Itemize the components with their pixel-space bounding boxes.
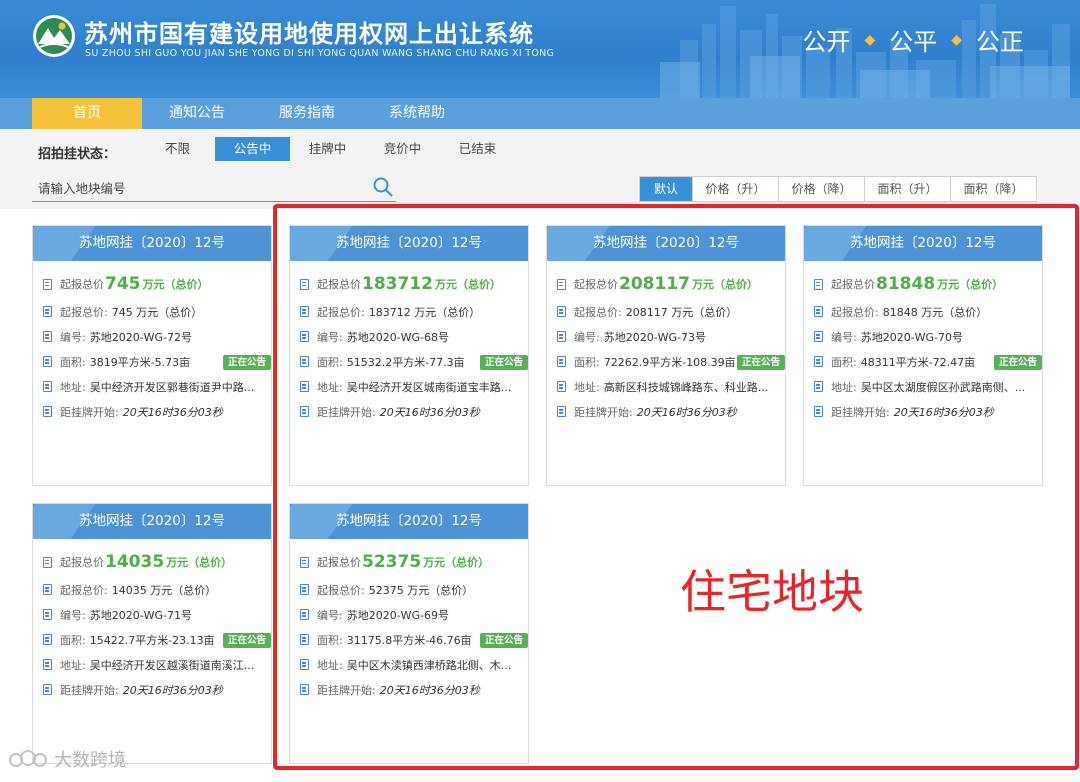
card-title[interactable]: 苏地网挂〔2020〕12号 bbox=[33, 504, 271, 539]
area-row: 面积: 15422.7平方米-23.13亩 正在公告 bbox=[43, 627, 271, 652]
main-nav: 首页 通知公告 服务指南 系统帮助 bbox=[0, 98, 1080, 129]
nav-item-home[interactable]: 首页 bbox=[32, 98, 142, 129]
nav-item-help[interactable]: 系统帮助 bbox=[362, 98, 472, 129]
watermark-text: 大数跨境 bbox=[54, 750, 126, 771]
address-label: 地址: bbox=[60, 658, 86, 672]
countdown-label: 距挂牌开始: bbox=[60, 405, 119, 419]
document-icon bbox=[43, 684, 52, 695]
card-header: 苏地网挂〔2020〕12号 bbox=[33, 226, 271, 261]
sort-tab-price-desc[interactable]: 价格（降） bbox=[778, 177, 864, 201]
countdown-value: 20天16时36分03秒 bbox=[122, 683, 223, 697]
site-subtitle: SU ZHOU SHI GUO YOU JIAN SHE YONG DI SHI… bbox=[85, 48, 555, 59]
price-line-label: 起报总价: bbox=[60, 305, 108, 319]
card-body: 起报总价 745 万元（总价） 起报总价: 745 万元（总价） 编号: 苏地2020-WG… bbox=[33, 261, 271, 424]
filter-bar: 招拍挂状态： 不限 公告中 挂牌中 竞价中 已结束 默认 价格（升） 价格（降）… bbox=[0, 129, 1080, 209]
price-value: 14035 bbox=[105, 552, 165, 572]
search-input[interactable] bbox=[38, 178, 358, 198]
price-unit: 万元（总价） bbox=[166, 556, 233, 569]
address-row: 地址: 吴中经济开发区郭巷街道尹中路... bbox=[43, 374, 271, 399]
status-tab-ended[interactable]: 已结束 bbox=[440, 137, 515, 161]
nav-item-notices[interactable]: 通知公告 bbox=[142, 98, 252, 129]
price-highlight-row: 起报总价 14035 万元（总价） bbox=[43, 547, 271, 577]
area-row: 面积: 3819平方米-5.73亩 正在公告 bbox=[43, 349, 271, 374]
site-header: 苏州市国有建设用地使用权网上出让系统 SU ZHOU SHI GUO YOU J… bbox=[0, 0, 1080, 98]
area-label: 面积: bbox=[60, 633, 86, 647]
status-tab-bidding[interactable]: 竞价中 bbox=[365, 137, 440, 161]
slogan-dot-icon: ◆ bbox=[951, 31, 962, 48]
watermark: 大数跨境 bbox=[8, 746, 126, 772]
status-tab-announcing[interactable]: 公告中 bbox=[215, 137, 290, 161]
document-icon bbox=[43, 634, 52, 645]
annotation-box bbox=[273, 204, 1079, 770]
document-icon bbox=[43, 356, 52, 367]
page: 苏州市国有建设用地使用权网上出让系统 SU ZHOU SHI GUO YOU J… bbox=[0, 0, 1080, 782]
parcel-card[interactable]: 苏地网挂〔2020〕12号 起报总价 14035 万元（总价） 起报总价: 14035 万… bbox=[32, 503, 272, 764]
address-value: 吴中经济开发区越溪街道南溪江... bbox=[89, 658, 255, 672]
document-icon bbox=[43, 381, 52, 392]
watermark-logo-icon bbox=[9, 750, 47, 767]
sort-tab-area-asc[interactable]: 面积（升） bbox=[864, 177, 950, 201]
status-tab-all[interactable]: 不限 bbox=[140, 137, 215, 161]
search-icon[interactable] bbox=[372, 176, 394, 198]
document-icon bbox=[43, 331, 52, 342]
code-value: 苏地2020-WG-71号 bbox=[89, 608, 193, 622]
code-row: 编号: 苏地2020-WG-71号 bbox=[43, 602, 271, 627]
area-label: 面积: bbox=[60, 355, 86, 369]
document-icon bbox=[43, 584, 52, 595]
status-filter-label: 招拍挂状态： bbox=[38, 147, 117, 162]
code-row: 编号: 苏地2020-WG-72号 bbox=[43, 324, 271, 349]
area-value: 3819平方米-5.73亩 bbox=[89, 355, 191, 369]
parcel-card[interactable]: 苏地网挂〔2020〕12号 起报总价 745 万元（总价） 起报总价: 745 万元（总价… bbox=[32, 225, 272, 486]
status-tab-listing[interactable]: 挂牌中 bbox=[290, 137, 365, 161]
logo-icon bbox=[33, 15, 75, 57]
price-line-value: 745 万元（总价） bbox=[111, 305, 203, 319]
price-line-value: 14035 万元（总价） bbox=[111, 583, 217, 597]
search-box bbox=[32, 174, 396, 202]
code-value: 苏地2020-WG-72号 bbox=[89, 330, 193, 344]
card-header: 苏地网挂〔2020〕12号 bbox=[33, 504, 271, 539]
status-badge: 正在公告 bbox=[222, 633, 271, 648]
price-row: 起报总价: 745 万元（总价） bbox=[43, 299, 271, 324]
price-row: 起报总价: 14035 万元（总价） bbox=[43, 577, 271, 602]
countdown-value: 20天16时36分03秒 bbox=[122, 405, 223, 419]
countdown-label: 距挂牌开始: bbox=[60, 683, 119, 697]
annotation-label: 住宅地块 bbox=[680, 565, 864, 619]
document-icon bbox=[43, 659, 52, 670]
document-icon bbox=[43, 609, 52, 620]
slogan-word: 公平 bbox=[889, 28, 938, 56]
card-title[interactable]: 苏地网挂〔2020〕12号 bbox=[33, 226, 271, 261]
sort-tabs: 默认 价格（升） 价格（降） 面积（升） 面积（降） bbox=[639, 176, 1037, 202]
address-row: 地址: 吴中经济开发区越溪街道南溪江... bbox=[43, 652, 271, 677]
sort-tab-default[interactable]: 默认 bbox=[640, 177, 692, 201]
area-value: 15422.7平方米-23.13亩 bbox=[89, 633, 215, 647]
countdown-row: 距挂牌开始: 20天16时36分03秒 bbox=[43, 399, 271, 424]
slogan-word: 公开 bbox=[802, 28, 851, 56]
price-label: 起报总价 bbox=[60, 556, 104, 569]
price-value: 745 bbox=[105, 274, 141, 294]
price-highlight-row: 起报总价 745 万元（总价） bbox=[43, 269, 271, 299]
sort-tab-area-desc[interactable]: 面积（降） bbox=[950, 177, 1036, 201]
status-badge: 正在公告 bbox=[222, 355, 271, 370]
document-icon bbox=[43, 556, 52, 568]
sort-tab-price-asc[interactable]: 价格（升） bbox=[692, 177, 778, 201]
document-icon bbox=[43, 278, 52, 290]
code-label: 编号: bbox=[60, 608, 86, 622]
address-label: 地址: bbox=[60, 380, 86, 394]
code-label: 编号: bbox=[60, 330, 86, 344]
status-filter-tabs: 不限 公告中 挂牌中 竞价中 已结束 bbox=[140, 137, 515, 161]
card-body: 起报总价 14035 万元（总价） 起报总价: 14035 万元（总价） 编号: 苏地202… bbox=[33, 539, 271, 702]
countdown-row: 距挂牌开始: 20天16时36分03秒 bbox=[43, 677, 271, 702]
price-unit: 万元（总价） bbox=[142, 278, 209, 291]
slogan-word: 公正 bbox=[976, 28, 1024, 56]
address-value: 吴中经济开发区郭巷街道尹中路... bbox=[89, 380, 255, 394]
price-label: 起报总价 bbox=[60, 278, 104, 291]
slogan-dot-icon: ◆ bbox=[864, 31, 876, 48]
site-title: 苏州市国有建设用地使用权网上出让系统 bbox=[84, 20, 534, 48]
nav-item-guide[interactable]: 服务指南 bbox=[252, 98, 362, 129]
price-line-label: 起报总价: bbox=[60, 583, 108, 597]
document-icon bbox=[43, 306, 52, 317]
slogan: 公开 ◆ 公平 ◆ 公正 bbox=[802, 22, 1024, 57]
document-icon bbox=[43, 406, 52, 417]
